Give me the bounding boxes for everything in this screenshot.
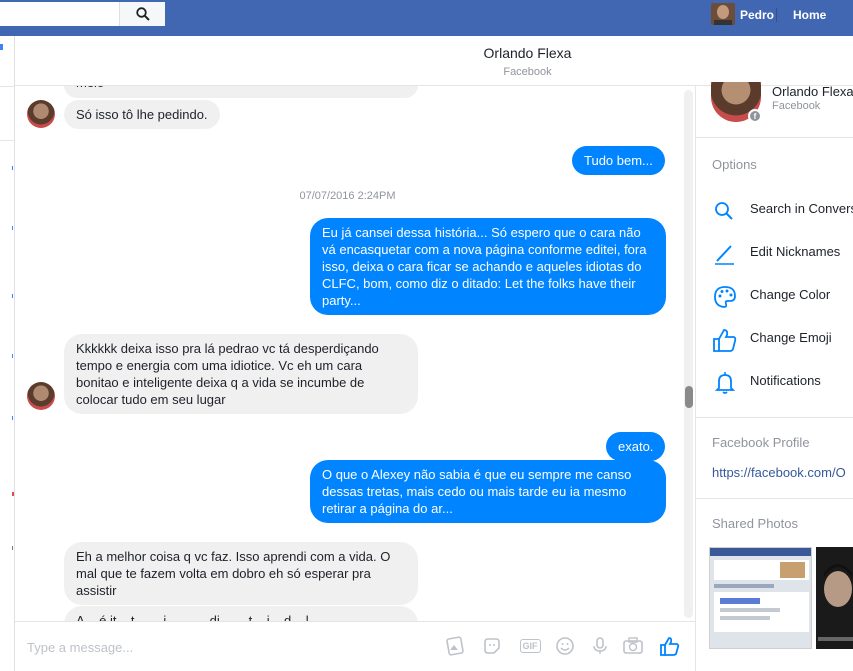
message-outgoing[interactable]: Tudo bem... [572,146,665,175]
scrollbar-rail [684,90,693,618]
options-heading: Options [712,157,757,172]
option-change-color[interactable]: Change Color [712,280,853,310]
search-icon [715,202,733,220]
list-indicator [12,492,14,496]
camera-icon[interactable] [621,634,645,658]
option-change-emoji[interactable]: Change Emoji [712,323,853,353]
message-input[interactable]: Type a message... [27,640,133,655]
list-indicator [12,416,13,420]
list-indicator [12,166,13,170]
divider [696,498,853,499]
bell-icon [714,372,736,394]
facebook-profile-heading: Facebook Profile [712,435,810,450]
message-incoming[interactable]: meio [64,86,418,98]
list-indicator [0,44,3,50]
home-link[interactable]: Home [793,8,826,22]
scrollbar-thumb[interactable] [685,386,693,408]
thumbs-up-icon [713,329,737,352]
facebook-badge-icon: f [748,109,762,123]
conversation-list-edge[interactable] [0,36,15,671]
list-indicator [12,546,13,550]
microphone-icon[interactable] [588,634,612,658]
search-input[interactable] [0,2,119,26]
list-divider [0,140,15,141]
option-notifications[interactable]: Notifications [712,366,853,396]
conversation-subtitle: Facebook [503,66,552,78]
top-navigation-bar: Pedro Home [0,0,853,36]
message-incoming[interactable]: Só isso tô lhe pedindo. [64,100,220,129]
shared-photo[interactable] [709,547,812,649]
option-edit-nicknames[interactable]: Edit Nicknames [712,237,853,267]
list-indicator [12,294,13,298]
facebook-profile-link[interactable]: https://facebook.com/O [712,465,846,480]
message-outgoing[interactable]: O que o Alexey não sabia é que eu sempre… [310,460,666,523]
conversation-details-panel: f Orlando Flexa Facebook Options Search … [695,82,853,671]
search-button[interactable] [119,2,165,26]
shared-photo[interactable] [816,547,853,649]
message-timestamp: 07/07/2016 2:24PM [299,190,396,202]
divider [696,137,853,138]
palette-icon [714,286,736,308]
user-name-link[interactable]: Pedro [740,8,774,22]
emoji-icon[interactable] [553,634,577,658]
contact-source: Facebook [772,100,821,112]
conversation-title: Orlando Flexa [483,45,572,61]
message-outgoing[interactable]: Eu já cansei dessa história... Só espero… [310,218,666,315]
like-icon[interactable] [658,634,682,658]
sticker-icon[interactable] [480,634,504,658]
contact-name[interactable]: Orlando Flexa [772,84,853,99]
message-composer: Type a message... GIF [15,621,695,671]
photo-icon[interactable] [443,634,467,658]
message-incoming[interactable]: A... é it... t... ... i... ... ... di...… [64,606,418,621]
conversation-header [15,36,853,86]
contact-avatar[interactable] [27,382,55,410]
divider [696,417,853,418]
shared-photos-heading: Shared Photos [712,516,799,531]
nav-divider [776,8,777,22]
option-label: Change Color [750,287,831,302]
contact-avatar[interactable] [27,100,55,128]
message-list[interactable]: meio Só isso tô lhe pedindo. Tudo bem...… [15,86,680,621]
list-divider [0,86,15,87]
list-indicator [12,354,13,358]
message-outgoing[interactable]: exato. [606,432,666,461]
option-label: Search in Conversation [750,201,853,216]
gif-icon[interactable]: GIF [516,634,544,658]
message-scrollbar[interactable] [681,86,694,621]
message-incoming[interactable]: Kkkkkk deixa isso pra lá pedrao vc tá de… [64,334,418,414]
user-avatar[interactable] [711,3,735,25]
option-label: Edit Nicknames [750,244,841,259]
search-icon [135,7,150,21]
message-incoming[interactable]: Eh a melhor coisa q vc faz. Isso aprendi… [64,542,418,605]
option-search-in-conversation[interactable]: Search in Conversation [712,194,853,224]
option-label: Change Emoji [750,330,832,345]
option-label: Notifications [750,373,821,388]
list-indicator [12,226,13,230]
pencil-icon [715,245,734,265]
